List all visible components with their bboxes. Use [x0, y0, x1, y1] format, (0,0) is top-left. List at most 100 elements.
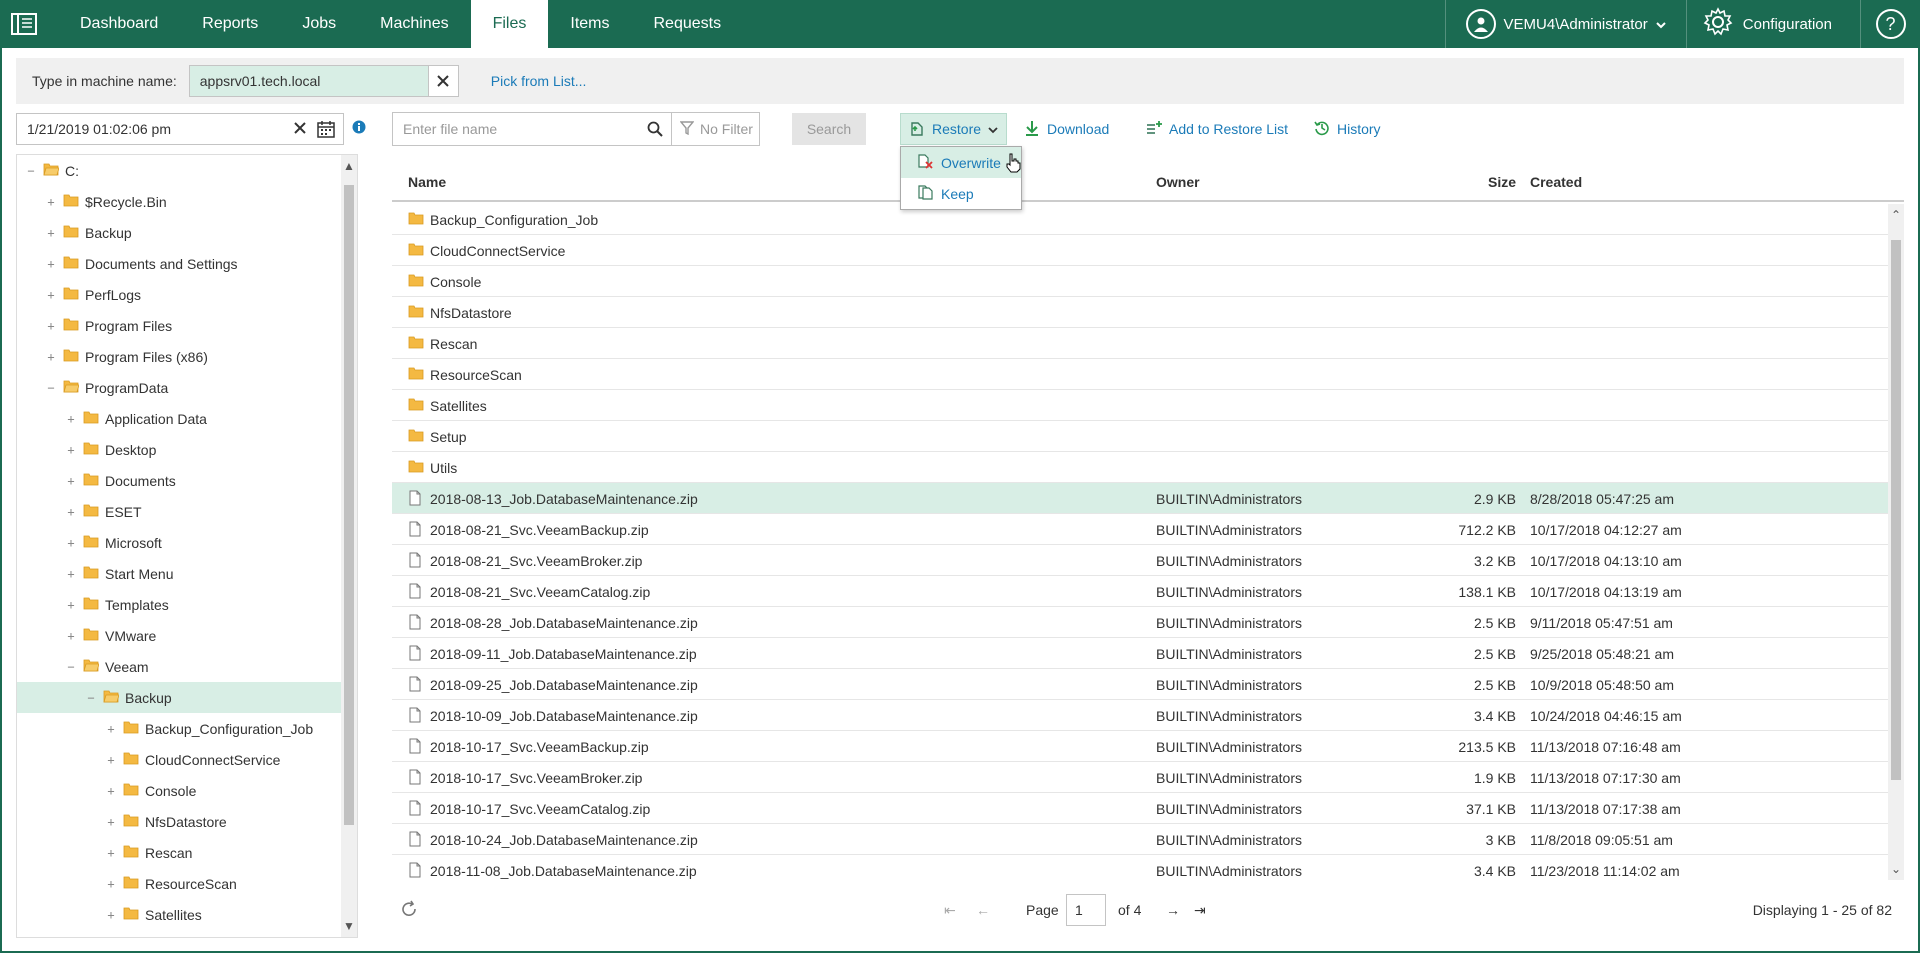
column-header-created[interactable]: Created [1530, 174, 1582, 190]
tree-node[interactable]: + ESET [17, 496, 357, 527]
table-row[interactable]: Rescan [392, 328, 1888, 359]
tree-node[interactable]: − C: [17, 155, 357, 186]
page-number-input[interactable]: 1 [1066, 894, 1106, 926]
calendar-icon[interactable] [317, 120, 335, 141]
tree-node[interactable]: + VMware [17, 620, 357, 651]
tree-scrollbar[interactable]: ▲ ▼ [341, 155, 357, 937]
tree-node[interactable]: + Microsoft [17, 527, 357, 558]
next-page-icon[interactable]: → [1166, 902, 1180, 918]
expand-icon[interactable]: + [105, 815, 117, 829]
table-row[interactable]: Utils [392, 452, 1888, 483]
expand-icon[interactable]: + [65, 505, 77, 519]
previous-page-icon[interactable]: ← [976, 902, 990, 918]
table-row[interactable]: 2018-11-08_Job.DatabaseMaintenance.zip 3.… [392, 855, 1888, 880]
table-row[interactable]: 2018-09-11_Job.DatabaseMaintenance.zip 2.… [392, 638, 1888, 669]
column-header-size[interactable]: Size [1488, 174, 1516, 190]
tree-node[interactable]: − Veeam [17, 651, 357, 682]
search-icon[interactable] [647, 121, 663, 140]
expand-icon[interactable]: + [105, 753, 117, 767]
refresh-icon[interactable] [400, 900, 418, 921]
pick-from-list-link[interactable]: Pick from List... [491, 73, 587, 89]
expand-icon[interactable]: + [45, 350, 57, 364]
restore-button[interactable]: Restore [900, 113, 1008, 145]
table-row[interactable]: Console [392, 266, 1888, 297]
tree-node[interactable]: + Backup [17, 217, 357, 248]
expand-icon[interactable]: + [45, 288, 57, 302]
table-row[interactable]: Backup_Configuration_Job [392, 204, 1888, 235]
history-button[interactable]: History [1306, 113, 1389, 145]
tree-node[interactable]: + Desktop [17, 434, 357, 465]
table-row[interactable]: 2018-10-17_Svc.VeeamCatalog.zip 37.1 KB BU… [392, 793, 1888, 824]
configuration-button[interactable]: Configuration [1685, 0, 1860, 48]
table-row[interactable]: 2018-10-09_Job.DatabaseMaintenance.zip 3.… [392, 700, 1888, 731]
scroll-down-icon[interactable]: ⌄ [1888, 860, 1904, 878]
nav-tab-files[interactable]: Files [470, 0, 549, 48]
expand-icon[interactable]: + [65, 598, 77, 612]
table-row[interactable]: 2018-08-21_Svc.VeeamBroker.zip 3.2 KB BUIL… [392, 545, 1888, 576]
expand-icon[interactable]: + [105, 877, 117, 891]
collapse-icon[interactable]: − [45, 381, 57, 395]
expand-icon[interactable]: + [65, 474, 77, 488]
expand-icon[interactable]: + [65, 629, 77, 643]
expand-icon[interactable]: + [45, 195, 57, 209]
tree-scroll-thumb[interactable] [344, 185, 354, 825]
tree-node[interactable]: + Program Files [17, 310, 357, 341]
grid-scrollbar[interactable]: ⌃ ⌄ [1888, 204, 1904, 880]
table-row[interactable]: Setup [392, 421, 1888, 452]
column-header-name[interactable]: Name [408, 174, 446, 190]
restore-point-date-input[interactable]: 1/21/2019 01:02:06 pm [16, 113, 344, 145]
grid-scroll-thumb[interactable] [1891, 240, 1901, 780]
tree-node[interactable]: + Satellites [17, 899, 357, 930]
filter-dropdown[interactable]: No Filter [670, 112, 760, 146]
help-button[interactable]: ? [1860, 0, 1920, 48]
scroll-up-icon[interactable]: ⌃ [1888, 206, 1904, 224]
restore-menu-item-keep[interactable]: Keep [901, 178, 1021, 209]
expand-icon[interactable]: + [65, 412, 77, 426]
nav-tab-requests[interactable]: Requests [632, 0, 744, 48]
machine-name-input[interactable]: appsrv01.tech.local [188, 65, 459, 97]
expand-icon[interactable]: + [105, 722, 117, 736]
scroll-down-icon[interactable]: ▼ [341, 917, 357, 935]
table-row[interactable]: 2018-08-13_Job.DatabaseMaintenance.zip 2.… [392, 483, 1888, 514]
search-button[interactable]: Search [792, 113, 866, 145]
last-page-icon[interactable]: ⇥ [1194, 902, 1206, 919]
tree-node[interactable]: + Backup_Configuration_Job [17, 713, 357, 744]
file-search-input[interactable]: Enter file name [392, 112, 672, 146]
clear-date-icon[interactable] [293, 121, 307, 138]
tree-node[interactable]: + CloudConnectService [17, 744, 357, 775]
expand-icon[interactable]: + [45, 257, 57, 271]
table-row[interactable]: 2018-08-28_Job.DatabaseMaintenance.zip 2.… [392, 607, 1888, 638]
table-row[interactable]: 2018-10-24_Job.DatabaseMaintenance.zip 3 … [392, 824, 1888, 855]
table-row[interactable]: 2018-08-21_Svc.VeeamBackup.zip 712.2 KB BU… [392, 514, 1888, 545]
expand-icon[interactable]: + [105, 784, 117, 798]
table-row[interactable]: 2018-08-21_Svc.VeeamCatalog.zip 138.1 KB B… [392, 576, 1888, 607]
tree-node[interactable]: + Rescan [17, 837, 357, 868]
expand-icon[interactable]: + [45, 226, 57, 240]
table-row[interactable]: 2018-10-17_Svc.VeeamBackup.zip 213.5 KB BU… [392, 731, 1888, 762]
table-row[interactable]: NfsDatastore [392, 297, 1888, 328]
expand-icon[interactable]: + [65, 567, 77, 581]
app-logo-icon[interactable] [0, 0, 48, 48]
expand-icon[interactable]: + [105, 908, 117, 922]
nav-tab-reports[interactable]: Reports [180, 0, 280, 48]
tree-node[interactable]: − ProgramData [17, 372, 357, 403]
nav-tab-jobs[interactable]: Jobs [280, 0, 358, 48]
nav-tab-machines[interactable]: Machines [358, 0, 470, 48]
table-row[interactable]: ResourceScan [392, 359, 1888, 390]
tree-node[interactable]: + Application Data [17, 403, 357, 434]
table-row[interactable]: Satellites [392, 390, 1888, 421]
tree-node[interactable]: + $Recycle.Bin [17, 186, 357, 217]
expand-icon[interactable]: + [45, 319, 57, 333]
download-button[interactable]: Download [1016, 113, 1117, 145]
clear-machine-icon[interactable] [427, 66, 458, 96]
nav-tab-dashboard[interactable]: Dashboard [58, 0, 180, 48]
table-row[interactable]: 2018-10-17_Svc.VeeamBroker.zip 1.9 KB BUIL… [392, 762, 1888, 793]
tree-node[interactable]: + PerfLogs [17, 279, 357, 310]
collapse-icon[interactable]: − [65, 660, 77, 674]
table-row[interactable]: 2018-09-25_Job.DatabaseMaintenance.zip 2.… [392, 669, 1888, 700]
nav-tab-items[interactable]: Items [548, 0, 631, 48]
tree-node[interactable]: + Program Files (x86) [17, 341, 357, 372]
tree-node[interactable]: + NfsDatastore [17, 806, 357, 837]
expand-icon[interactable]: + [105, 846, 117, 860]
add-to-restore-list-button[interactable]: Add to Restore List [1138, 113, 1296, 145]
